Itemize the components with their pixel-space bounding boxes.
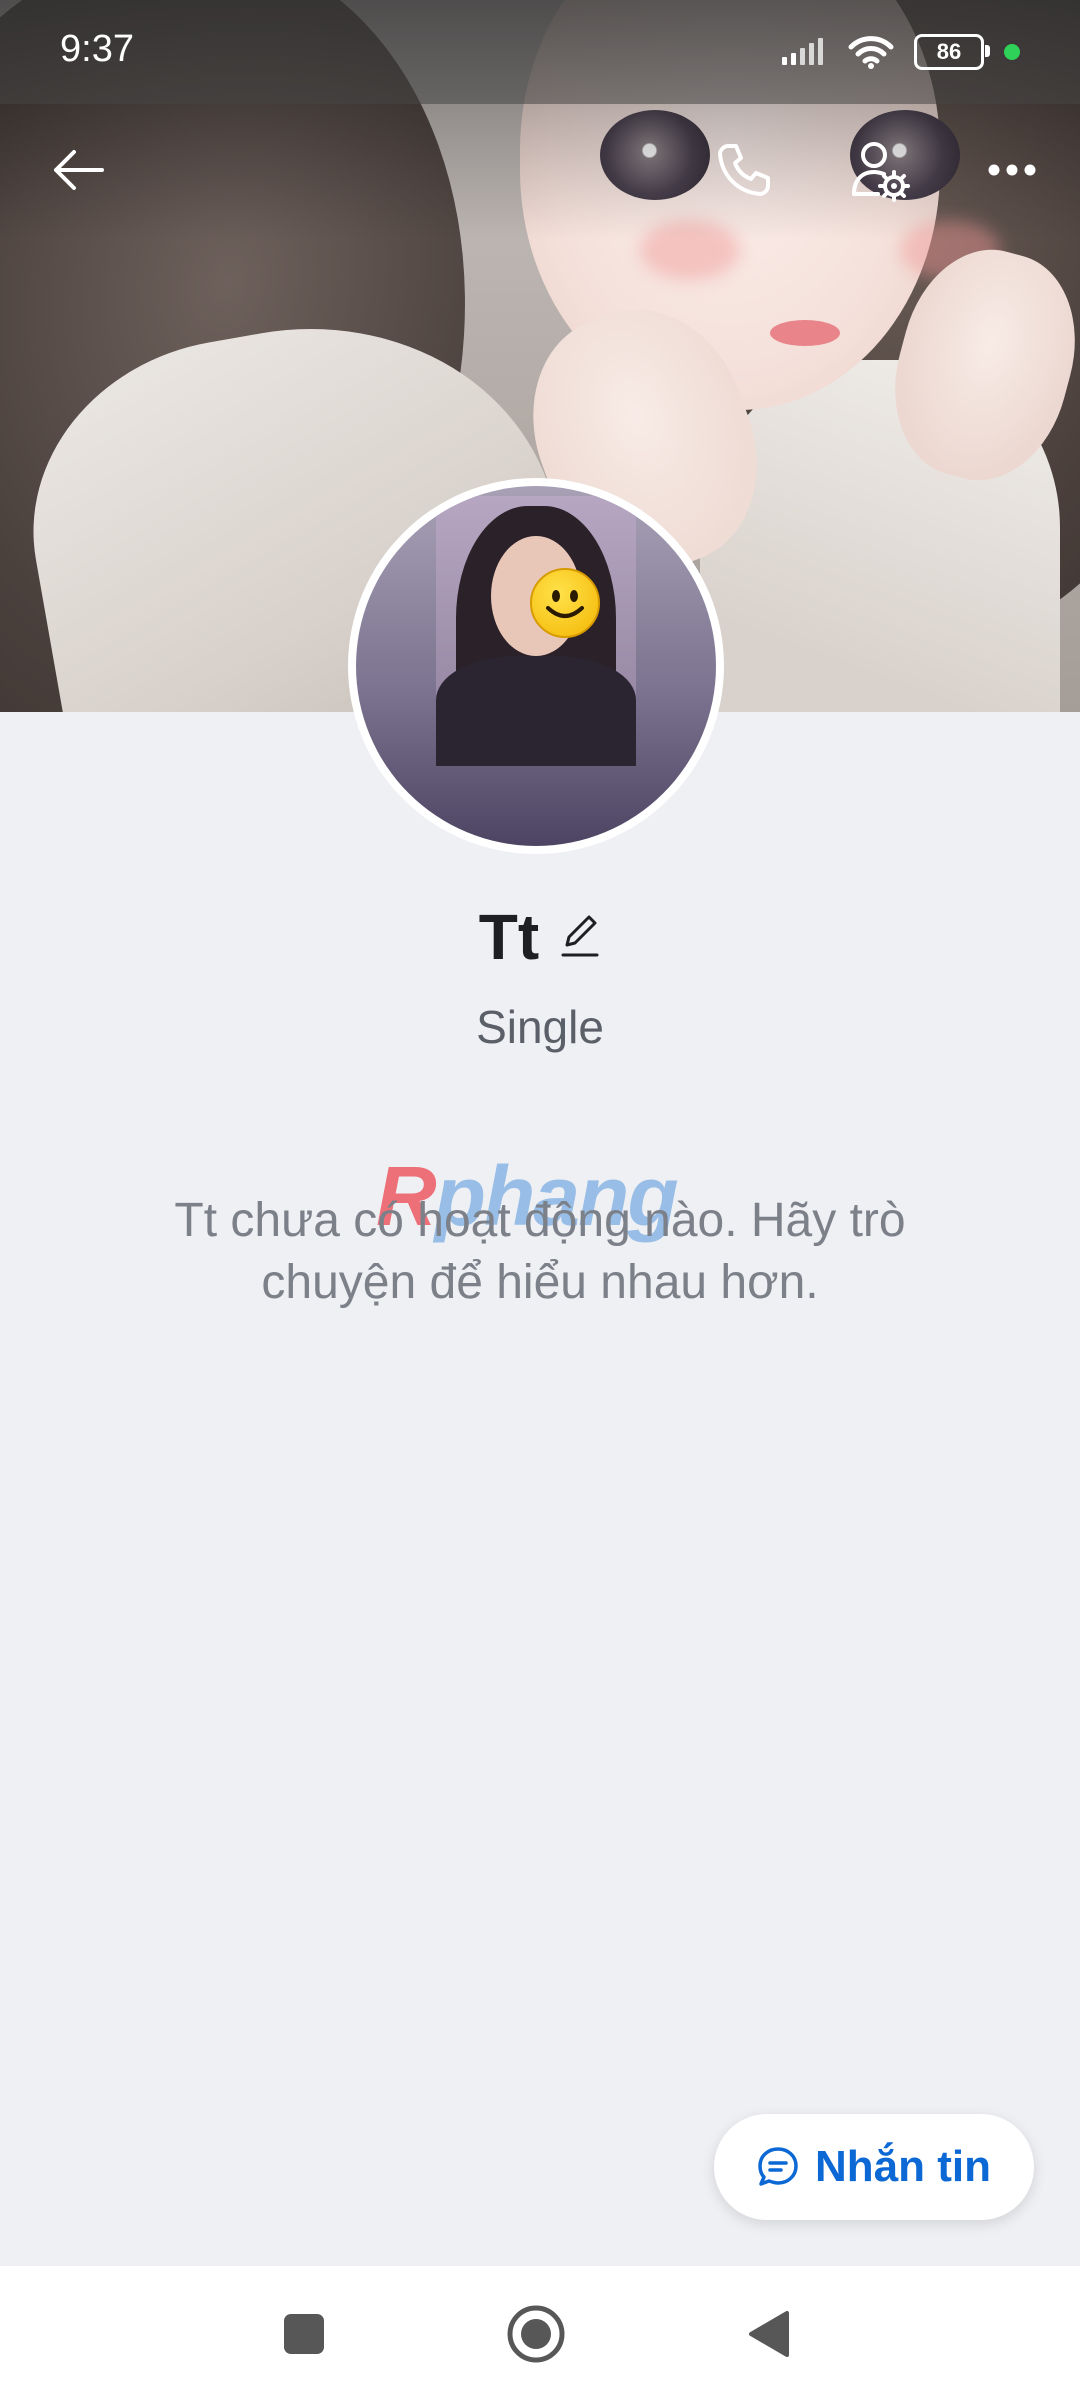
- chat-bubble-icon: [758, 2147, 798, 2186]
- status-icons: 86: [780, 30, 1020, 74]
- wifi-icon: [848, 36, 894, 69]
- edit-name-button[interactable]: [559, 911, 601, 964]
- smiley-sticker-icon: [530, 568, 600, 638]
- home-circle-icon: [507, 2305, 565, 2363]
- empty-activity-line-2: chuyện để hiểu nhau hơn.: [261, 1256, 819, 1309]
- signal-icon: [782, 38, 823, 65]
- back-button[interactable]: [38, 130, 118, 210]
- recents-square-icon: [284, 2314, 324, 2354]
- back-arrow-icon: [54, 150, 104, 190]
- avatar-photo: [436, 496, 636, 766]
- privacy-indicator-dot: [1004, 44, 1020, 60]
- home-button[interactable]: [496, 2294, 576, 2374]
- system-back-button[interactable]: [728, 2294, 808, 2374]
- send-message-button[interactable]: Nhắn tin: [714, 2114, 1034, 2220]
- profile-bio: Single: [476, 1001, 604, 1053]
- system-navigation-bar: [0, 2266, 1080, 2400]
- back-triangle-icon: [749, 2311, 789, 2357]
- profile-screen: 9:37 86 Tt Single Rphang Tt chưa có hoạt…: [0, 0, 1080, 2400]
- battery-level: 86: [936, 39, 962, 64]
- user-settings-icon: [852, 142, 910, 202]
- profile-settings-button[interactable]: [840, 130, 920, 210]
- phone-icon: [718, 144, 770, 196]
- battery-icon: 86: [914, 34, 990, 70]
- empty-activity-line-1: Tt chưa có hoạt động nào. Hãy trò: [174, 1194, 906, 1247]
- more-options-button[interactable]: [972, 130, 1052, 210]
- recents-button[interactable]: [264, 2294, 344, 2374]
- status-time: 9:37: [60, 28, 134, 70]
- profile-name: Tt: [478, 901, 540, 973]
- more-icon: [988, 164, 1036, 176]
- send-message-label: Nhắn tin: [815, 2142, 991, 2191]
- call-button[interactable]: [704, 130, 784, 210]
- status-bar: 9:37 86: [0, 0, 1080, 104]
- profile-avatar[interactable]: [348, 478, 724, 854]
- empty-activity-message: Tt chưa có hoạt động nào. Hãy trò chuyện…: [100, 1190, 980, 1314]
- pencil-icon: [561, 915, 599, 956]
- profile-name-row: Tt: [0, 900, 1080, 974]
